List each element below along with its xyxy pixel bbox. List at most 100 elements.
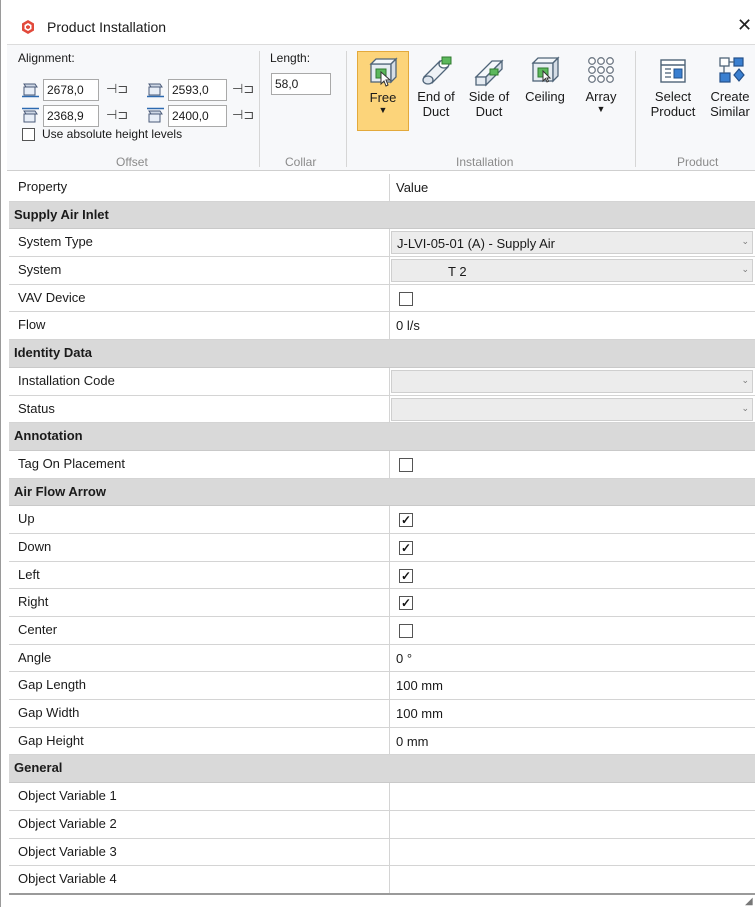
side-of-duct-button[interactable]: Side of Duct	[465, 51, 513, 131]
property-name: Up	[18, 511, 35, 527]
property-name: Object Variable 2	[18, 815, 117, 831]
object-variable-1-value-cell[interactable]	[389, 783, 755, 810]
property-name: Status	[18, 400, 55, 416]
side-of-duct-label-2: Duct	[475, 104, 503, 119]
end-of-duct-icon	[422, 56, 452, 85]
category-identity-data[interactable]: Identity Data	[9, 340, 755, 368]
installation-group-label: Installation	[456, 155, 514, 169]
end-of-duct-button[interactable]: End of Duct	[413, 51, 459, 131]
dropdown-arrow-icon: ▼	[596, 104, 606, 114]
offset-input-2[interactable]	[168, 79, 227, 101]
property-row-flow: Flow 0 l/s	[9, 312, 755, 341]
chevron-down-icon: ⌄	[741, 402, 749, 413]
property-name: Angle	[18, 649, 52, 665]
offset-input-3[interactable]	[43, 105, 99, 127]
absolute-height-checkbox[interactable]	[22, 128, 35, 141]
end-of-duct-label-1: End of	[417, 89, 455, 104]
category-air-flow-arrow[interactable]: Air Flow Arrow	[9, 478, 755, 507]
offset-input-1[interactable]	[43, 79, 99, 101]
property-name: Flow	[18, 317, 46, 333]
object-variable-3-value-cell[interactable]	[389, 838, 755, 866]
app-logo-icon	[22, 20, 34, 34]
select-product-label-2: Product	[650, 104, 696, 119]
property-row-status: Status ⌄	[9, 395, 755, 424]
property-value-cell: ✓	[389, 589, 755, 616]
property-name: Gap Length	[18, 677, 86, 693]
property-row-center: Center	[9, 617, 755, 645]
grid-bottom-border	[9, 893, 755, 895]
ceiling-button[interactable]: Ceiling	[519, 51, 571, 131]
value-column-header: Value	[396, 180, 429, 195]
gap-height-value: 0 mm	[396, 733, 429, 749]
installation-code-dropdown[interactable]: ⌄	[391, 369, 753, 393]
side-of-duct-icon	[474, 59, 504, 87]
up-checkbox[interactable]: ✓	[399, 513, 413, 528]
tag-on-placement-checkbox[interactable]	[399, 457, 413, 472]
property-name: Object Variable 3	[18, 843, 117, 859]
collar-length-input[interactable]	[271, 73, 331, 95]
select-product-label-1: Select	[654, 89, 692, 104]
free-button-label: Free	[369, 90, 397, 105]
gap-width-value-cell[interactable]: 100 mm	[389, 700, 755, 727]
property-value-cell: J-LVI-05-01 (A) - Supply Air ⌄	[389, 229, 755, 257]
category-label: Air Flow Arrow	[14, 483, 106, 499]
property-row-up: Up ✓	[9, 506, 755, 534]
flow-value-cell[interactable]: 0 l/s	[389, 312, 755, 340]
property-row-left: Left ✓	[9, 561, 755, 590]
property-name: Gap Height	[18, 732, 84, 748]
status-dropdown[interactable]: ⌄	[391, 397, 753, 421]
free-install-icon	[369, 57, 398, 87]
property-row-right: Right ✓	[9, 589, 755, 617]
property-row-gap-length: Gap Length 100 mm	[9, 672, 755, 701]
gap-length-value: 100 mm	[396, 678, 443, 694]
right-checkbox[interactable]: ✓	[399, 596, 413, 611]
offset-group-label: Offset	[116, 155, 148, 169]
property-name: Tag On Placement	[18, 455, 125, 471]
down-checkbox[interactable]: ✓	[399, 540, 413, 555]
category-general[interactable]: General	[9, 755, 755, 784]
alignment-label: Alignment:	[18, 51, 75, 65]
ribbon-toolbar: Alignment: ⊣⊐ ⊣⊐ ⊣⊐	[7, 44, 755, 171]
left-checkbox[interactable]: ✓	[399, 568, 413, 583]
pin-icon[interactable]: ⊣⊐	[232, 107, 254, 123]
property-row-gap-width: Gap Width 100 mm	[9, 700, 755, 728]
property-row-down: Down ✓	[9, 533, 755, 562]
chevron-down-icon: ⌄	[741, 264, 749, 275]
property-value-cell: ✓	[389, 561, 755, 589]
gap-length-value-cell[interactable]: 100 mm	[389, 672, 755, 700]
create-similar-button[interactable]: Create Similar	[705, 51, 755, 131]
pin-icon[interactable]: ⊣⊐	[106, 81, 128, 97]
grid-header-row: Property Value	[9, 174, 755, 202]
category-annotation[interactable]: Annotation	[9, 423, 755, 451]
angle-value-cell[interactable]: 0 °	[389, 644, 755, 672]
select-product-icon	[660, 59, 686, 83]
pin-icon[interactable]: ⊣⊐	[106, 107, 128, 123]
property-row-tag-on-placement: Tag On Placement	[9, 450, 755, 479]
offset-input-4[interactable]	[168, 105, 227, 127]
side-of-duct-label-1: Side of	[468, 89, 510, 104]
system-dropdown[interactable]: T 2 ⌄	[391, 259, 753, 283]
resize-grip-icon[interactable]: ◢	[745, 896, 753, 907]
property-value-cell	[389, 284, 755, 312]
align-top-right-icon	[147, 83, 164, 98]
array-button[interactable]: Array ▼	[577, 51, 625, 131]
property-value-cell: ✓	[389, 506, 755, 533]
vav-device-checkbox[interactable]	[399, 291, 413, 306]
array-button-label: Array	[585, 89, 617, 104]
select-product-button[interactable]: Select Product	[645, 51, 701, 131]
property-name: System Type	[18, 234, 93, 250]
category-supply-air-inlet[interactable]: Supply Air Inlet	[9, 201, 755, 230]
align-top-left-icon	[22, 83, 39, 98]
property-row-system-type: System Type J-LVI-05-01 (A) - Supply Air…	[9, 229, 755, 258]
collar-group-label: Collar	[285, 155, 317, 169]
title-bar: Product Installation ✕	[1, 0, 755, 44]
system-type-dropdown[interactable]: J-LVI-05-01 (A) - Supply Air ⌄	[391, 231, 753, 255]
object-variable-2-value-cell[interactable]	[389, 810, 755, 838]
pin-icon[interactable]: ⊣⊐	[232, 81, 254, 97]
property-value-cell: T 2 ⌄	[389, 257, 755, 284]
center-checkbox[interactable]	[399, 624, 413, 638]
object-variable-4-value-cell[interactable]	[389, 866, 755, 893]
close-icon[interactable]: ✕	[737, 16, 752, 34]
free-installation-button[interactable]: Free ▼	[357, 51, 409, 131]
gap-height-value-cell[interactable]: 0 mm	[389, 727, 755, 755]
